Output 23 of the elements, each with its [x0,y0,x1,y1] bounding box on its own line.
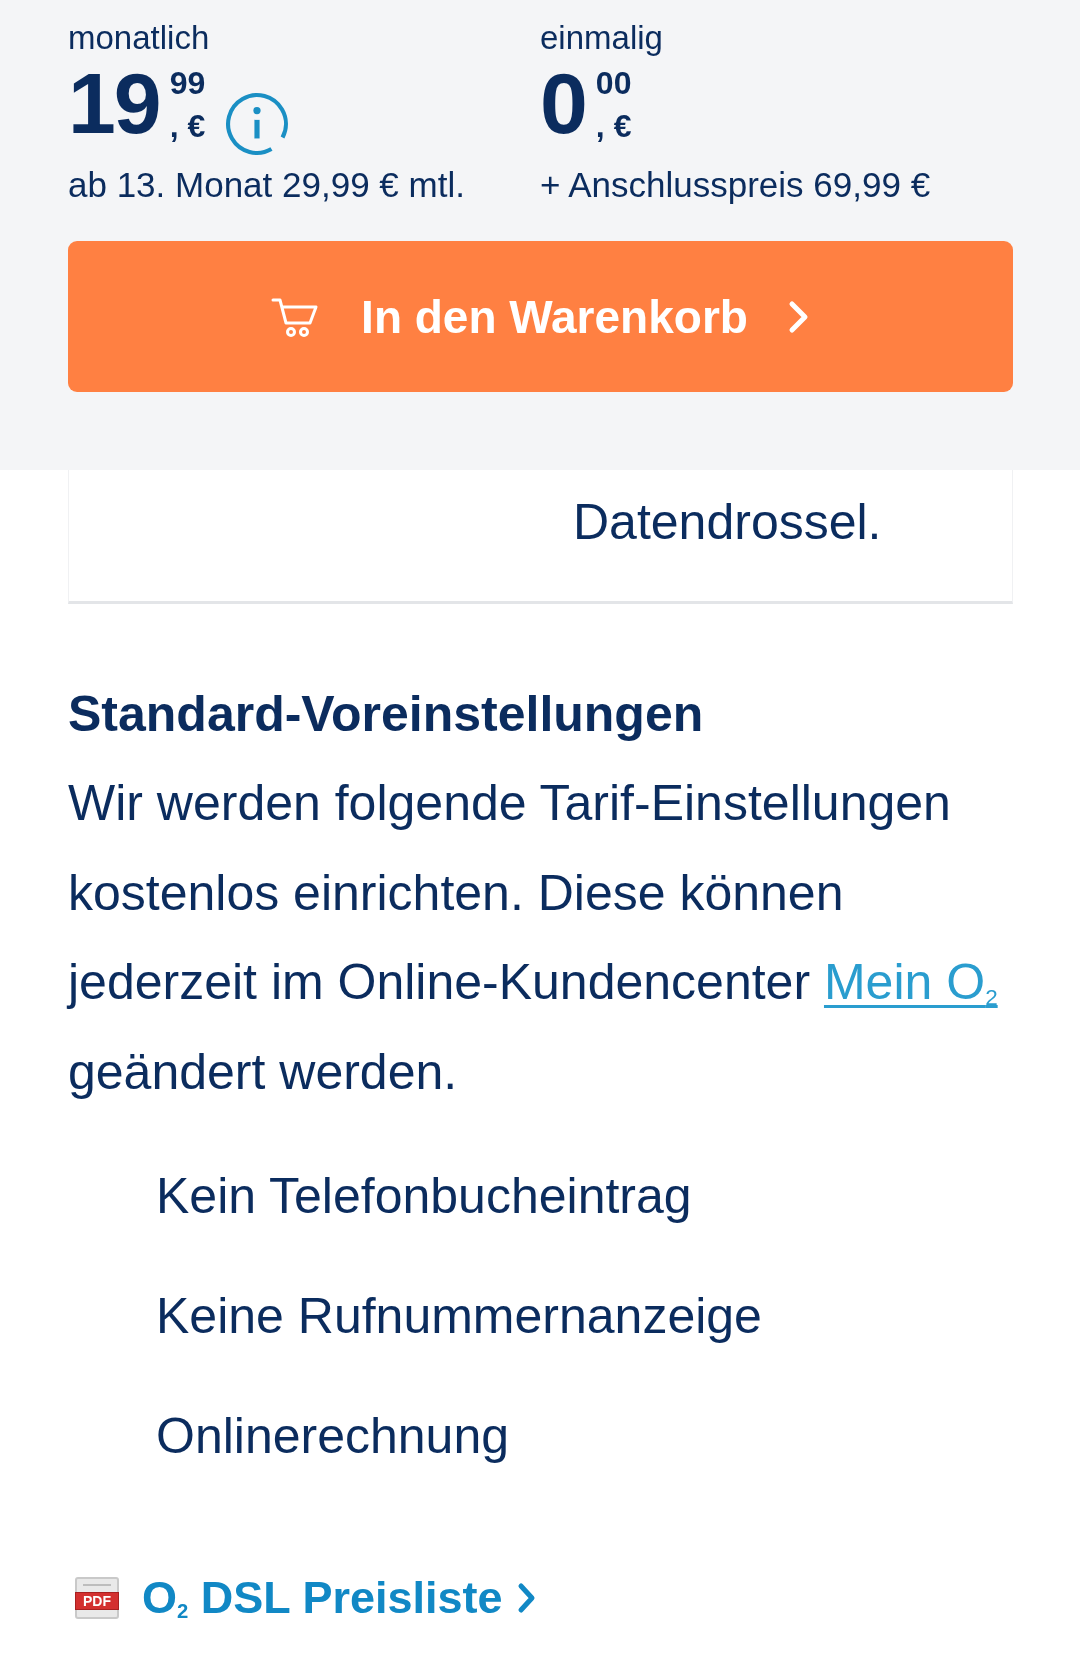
currency-sign: , € [169,110,206,142]
chevron-right-icon [787,299,810,334]
price-amount: 19 [68,60,160,146]
section-heading: Standard-Voreinstellungen [68,685,705,744]
setting-item: Onlinerechnung [156,1407,510,1466]
currency-sign: , € [595,110,632,142]
add-to-cart-button[interactable]: In den Warenkorb [68,241,1013,392]
price-amount: 0 [540,60,586,146]
price-note: + Anschlusspreis 69,99 € [540,164,931,206]
price-cents: 00 [595,67,632,99]
price-label: einmalig [540,18,663,58]
settings-paragraph: Wir werden folgende Tarif-Einstellungen kostenlos einrichten. Diese können jederzeit im Online-Kundencenter Mein O$_{2}$ geändert werden. [68,774,999,1102]
card-text: Datendrossel. [573,493,882,552]
price-note: ab 13. Monat 29,99 € mtl. [68,164,465,206]
mein-o2-link[interactable]: Mein O$_{2}$ [823,954,998,1010]
chevron-right-icon [516,1582,537,1614]
setting-item: Kein Telefonbucheintrag [156,1167,692,1226]
setting-item: Keine Rufnummernanzeige [156,1287,762,1346]
price-list-link[interactable]: PDF O$_{2}$ DSL Preisliste [75,1568,537,1628]
price-label: monatlich [68,18,210,58]
price-cents: 99 [169,67,206,99]
pdf-file-icon: PDF [75,1577,119,1619]
info-icon[interactable] [225,92,290,156]
